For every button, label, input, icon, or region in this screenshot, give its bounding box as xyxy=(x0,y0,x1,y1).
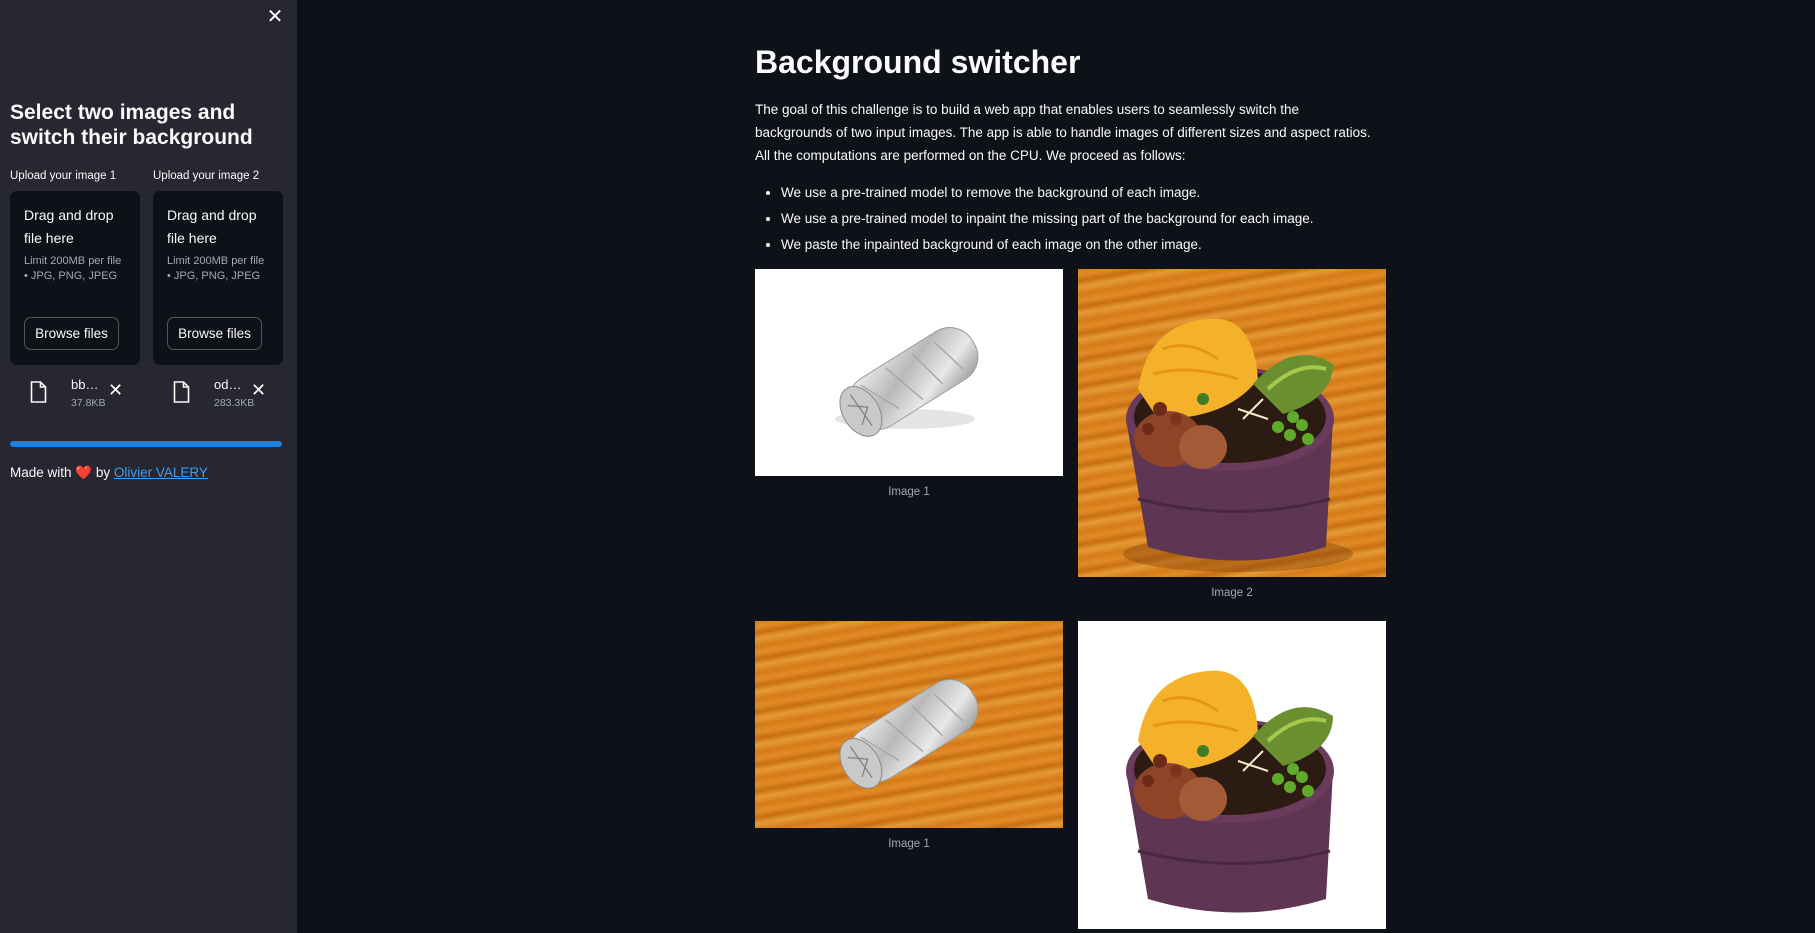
list-item: We paste the inpainted background of eac… xyxy=(781,232,1401,258)
author-link[interactable]: Olivier VALERY xyxy=(114,465,208,480)
file-size: 37.8KB xyxy=(71,397,106,409)
sidebar: ✕ Select two images and switch their bac… xyxy=(0,0,297,933)
remove-file-icon[interactable]: ✕ xyxy=(108,379,123,401)
progress-bar xyxy=(10,441,282,447)
uploaded-file-2: od… 283.3KB ✕ xyxy=(153,375,283,415)
intro-paragraph: The goal of this challenge is to build a… xyxy=(755,102,1371,163)
list-item: We use a pre-trained model to remove the… xyxy=(781,180,1401,206)
page-title: Background switcher xyxy=(755,44,1081,80)
file-size: 283.3KB xyxy=(214,397,255,409)
image-bowl-wood xyxy=(1078,269,1386,577)
dropzone-limit: Limit 200MB per file • JPG, PNG, JPEG xyxy=(167,255,265,282)
image-bowl-white xyxy=(1078,621,1386,929)
uploaded-file-1: bb… 37.8KB ✕ xyxy=(10,375,140,415)
dropzone-text: Drag and drop file here xyxy=(167,207,257,246)
image-caption: Image 1 xyxy=(888,838,930,850)
file-icon xyxy=(30,381,47,403)
remove-file-icon[interactable]: ✕ xyxy=(251,379,266,401)
heart-icon: ❤️ xyxy=(75,465,93,480)
file-icon xyxy=(173,381,190,403)
uploader-label: Upload your image 2 xyxy=(153,170,260,182)
image-caption: Image 2 xyxy=(1211,587,1253,599)
footer-credit: Made with ❤️ by Olivier VALERY xyxy=(10,465,208,481)
dropzone-limit: Limit 200MB per file • JPG, PNG, JPEG xyxy=(24,255,122,282)
close-icon[interactable]: ✕ xyxy=(264,6,286,28)
dropzone[interactable]: Drag and drop file here Limit 200MB per … xyxy=(10,191,140,365)
file-uploader-2: Upload your image 2 Drag and drop file h… xyxy=(153,170,283,365)
file-uploader-1: Upload your image 1 Drag and drop file h… xyxy=(10,170,140,365)
image-caption: Image 1 xyxy=(888,486,930,498)
browse-files-button[interactable]: Browse files xyxy=(167,317,262,350)
image-burrito-wood xyxy=(755,621,1063,828)
steps-list: We use a pre-trained model to remove the… xyxy=(781,180,1401,258)
progress-fill xyxy=(10,441,282,447)
uploader-label: Upload your image 1 xyxy=(10,170,117,182)
image-burrito-white xyxy=(755,269,1063,476)
dropzone-text: Drag and drop file here xyxy=(24,207,114,246)
list-item: We use a pre-trained model to inpaint th… xyxy=(781,206,1401,232)
file-name: bb… xyxy=(71,377,99,392)
browse-files-button[interactable]: Browse files xyxy=(24,317,119,350)
footer-prefix: Made with xyxy=(10,465,72,480)
footer-by: by xyxy=(95,465,111,480)
file-name: od… xyxy=(214,377,242,392)
sidebar-title: Select two images and switch their backg… xyxy=(10,101,253,149)
dropzone[interactable]: Drag and drop file here Limit 200MB per … xyxy=(153,191,283,365)
